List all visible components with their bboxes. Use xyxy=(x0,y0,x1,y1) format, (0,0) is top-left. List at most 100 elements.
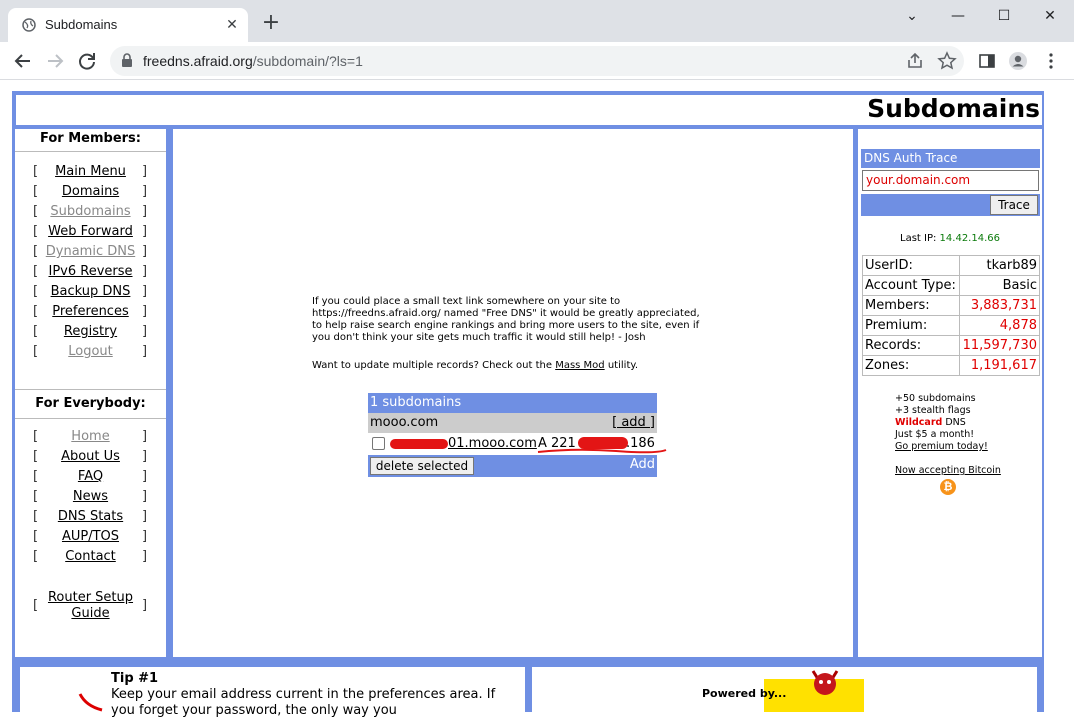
members-heading: For Members: xyxy=(40,131,141,146)
sidebar-item-faq[interactable]: [FAQ] xyxy=(15,469,166,487)
tab-title: Subdomains xyxy=(45,17,118,32)
promo-line: Just $5 a month! xyxy=(895,429,975,440)
bracket: ] xyxy=(142,284,148,299)
select-checkbox[interactable] xyxy=(372,437,385,450)
bitcoin-link[interactable]: Now accepting Bitcoin xyxy=(895,465,1001,476)
sidebar-item-home[interactable]: [Home] xyxy=(15,429,166,447)
sidebar-item-registry[interactable]: [Registry] xyxy=(15,324,166,342)
address-bar[interactable]: freedns.afraid.org/subdomain/?ls=1 xyxy=(110,46,964,76)
maximize-icon[interactable]: ☐ xyxy=(989,6,1019,26)
add-button[interactable]: Add xyxy=(630,457,655,472)
stat-value: 4,878 xyxy=(958,315,1041,336)
share-icon[interactable] xyxy=(905,51,925,71)
sidebar-item-logout[interactable]: [Logout] xyxy=(15,344,166,362)
sidebar-item-aup-tos[interactable]: [AUP/TOS] xyxy=(15,529,166,547)
browser-tab[interactable]: Subdomains ✕ xyxy=(8,8,248,42)
kebab-menu-icon[interactable] xyxy=(1041,51,1061,71)
minimize-icon[interactable]: — xyxy=(943,6,973,26)
sidebar-item-ipv6-reverse[interactable]: [IPv6 Reverse] xyxy=(15,264,166,282)
main-content: If you could place a small text link som… xyxy=(173,129,853,657)
sidebar-item-contact[interactable]: [Contact] xyxy=(15,549,166,567)
subdomain-host[interactable]: 01.mooo.com xyxy=(448,436,537,451)
url-text: freedns.afraid.org/subdomain/?ls=1 xyxy=(143,53,363,69)
powered-by-box: Powered by... xyxy=(532,667,1037,712)
last-ip-label: Last IP: xyxy=(900,233,937,244)
new-tab-button[interactable]: + xyxy=(260,12,282,34)
go-premium-link[interactable]: Go premium today! xyxy=(895,441,988,452)
profile-icon[interactable] xyxy=(1008,51,1028,71)
domain-group-row: mooo.com [ add ] xyxy=(368,413,657,433)
page-title: Subdomains xyxy=(867,94,1040,123)
bracket: ] xyxy=(142,304,148,319)
window-close-icon[interactable]: ✕ xyxy=(1035,6,1065,26)
trace-button[interactable]: Trace xyxy=(990,195,1038,215)
sidebar-item-domains[interactable]: [Domains] xyxy=(15,184,166,202)
stat-label: UserID: xyxy=(862,255,960,276)
bitcoin-icon: ₿ xyxy=(940,479,956,495)
stats-row: Members: 3,883,731 xyxy=(862,295,1041,316)
paragraph-line: If you could place a small text link som… xyxy=(312,296,621,307)
promo-line: Wildcard DNS xyxy=(895,417,1001,429)
subdomain-link[interactable]: 01.mooo.com xyxy=(390,433,537,455)
last-ip-value: 14.42.14.66 xyxy=(939,233,1000,244)
chevron-down-icon[interactable]: ⌄ xyxy=(897,6,927,26)
forward-arrow-icon[interactable] xyxy=(44,50,66,72)
star-icon[interactable] xyxy=(937,51,957,71)
subdomains-count-header: 1 subdomains xyxy=(368,393,657,413)
side-panel-icon[interactable] xyxy=(977,51,997,71)
divider xyxy=(15,418,166,419)
mass-mod-link[interactable]: Mass Mod xyxy=(555,360,604,371)
promo-line: +50 subdomains xyxy=(895,393,976,404)
table-actions-row: delete selected Add xyxy=(368,455,657,477)
lock-icon[interactable] xyxy=(121,53,133,67)
stats-row: Zones: 1,191,617 xyxy=(862,355,1041,376)
bracket: ] xyxy=(142,529,148,544)
powered-by-text: Powered by... xyxy=(702,687,787,700)
tip-box: Tip #1 Keep your email address current i… xyxy=(20,667,525,718)
sidebar-item-about-us[interactable]: [About Us] xyxy=(15,449,166,467)
divider xyxy=(15,151,166,152)
arrow-icon xyxy=(78,693,103,712)
page-header: Subdomains xyxy=(16,94,1042,125)
sidebar-item-backup-dns[interactable]: [Backup DNS] xyxy=(15,284,166,302)
url-path: /subdomain/?ls=1 xyxy=(252,53,363,69)
sidebar-item-router-setup-guide[interactable]: [ Router Setup Guide ] xyxy=(15,590,166,624)
sidebar-item-web-forward[interactable]: [Web Forward] xyxy=(15,224,166,242)
page-content: Subdomains For Members: [Main Menu] [Doma… xyxy=(0,81,1074,718)
promo-dns: DNS xyxy=(945,417,966,428)
sidebar-item-dns-stats[interactable]: [DNS Stats] xyxy=(15,509,166,527)
domain-name: mooo.com xyxy=(370,415,439,430)
wildcard-label: Wildcard xyxy=(895,417,943,428)
bracket: ] xyxy=(142,184,148,199)
stats-row: UserID: tkarb89 xyxy=(862,255,1041,276)
mascot-icon xyxy=(811,670,839,695)
promo-line: +3 stealth flags xyxy=(895,405,971,416)
sidebar-item-dynamic-dns[interactable]: [Dynamic DNS] xyxy=(15,244,166,262)
delete-selected-button[interactable]: delete selected xyxy=(370,457,474,475)
close-icon[interactable]: ✕ xyxy=(224,17,240,33)
sidebar-item-main-menu[interactable]: [Main Menu] xyxy=(15,164,166,182)
reload-icon[interactable] xyxy=(76,50,98,72)
underline-scribble xyxy=(537,448,667,454)
sidebar-item-news[interactable]: [News] xyxy=(15,489,166,507)
bracket: ] xyxy=(142,324,148,339)
stat-label: Records: xyxy=(862,335,960,356)
stat-value: Basic xyxy=(958,275,1041,296)
bracket: ] xyxy=(142,204,148,219)
sidebar-item-preferences[interactable]: [Preferences] xyxy=(15,304,166,322)
sidebar-item-subdomains[interactable]: [Subdomains] xyxy=(15,204,166,222)
bracket: ] xyxy=(142,344,148,359)
globe-icon xyxy=(22,18,36,32)
bracket: ] xyxy=(142,549,148,564)
stats-row: Premium: 4,878 xyxy=(862,315,1041,336)
bracket: ] xyxy=(142,449,148,464)
stat-label: Account Type: xyxy=(862,275,960,296)
paragraph-line: you don't think your site gets much traf… xyxy=(312,332,646,343)
back-arrow-icon[interactable] xyxy=(12,50,34,72)
domain-trace-input[interactable]: your.domain.com xyxy=(862,170,1039,191)
stat-value: 11,597,730 xyxy=(958,335,1041,356)
add-subdomain-link[interactable]: [ add ] xyxy=(612,413,655,433)
stat-label: Premium: xyxy=(862,315,960,336)
right-sidebar: DNS Auth Trace your.domain.com Trace Las… xyxy=(858,129,1042,657)
paragraph-line: https://freedns.afraid.org/ named "Free … xyxy=(312,308,700,319)
